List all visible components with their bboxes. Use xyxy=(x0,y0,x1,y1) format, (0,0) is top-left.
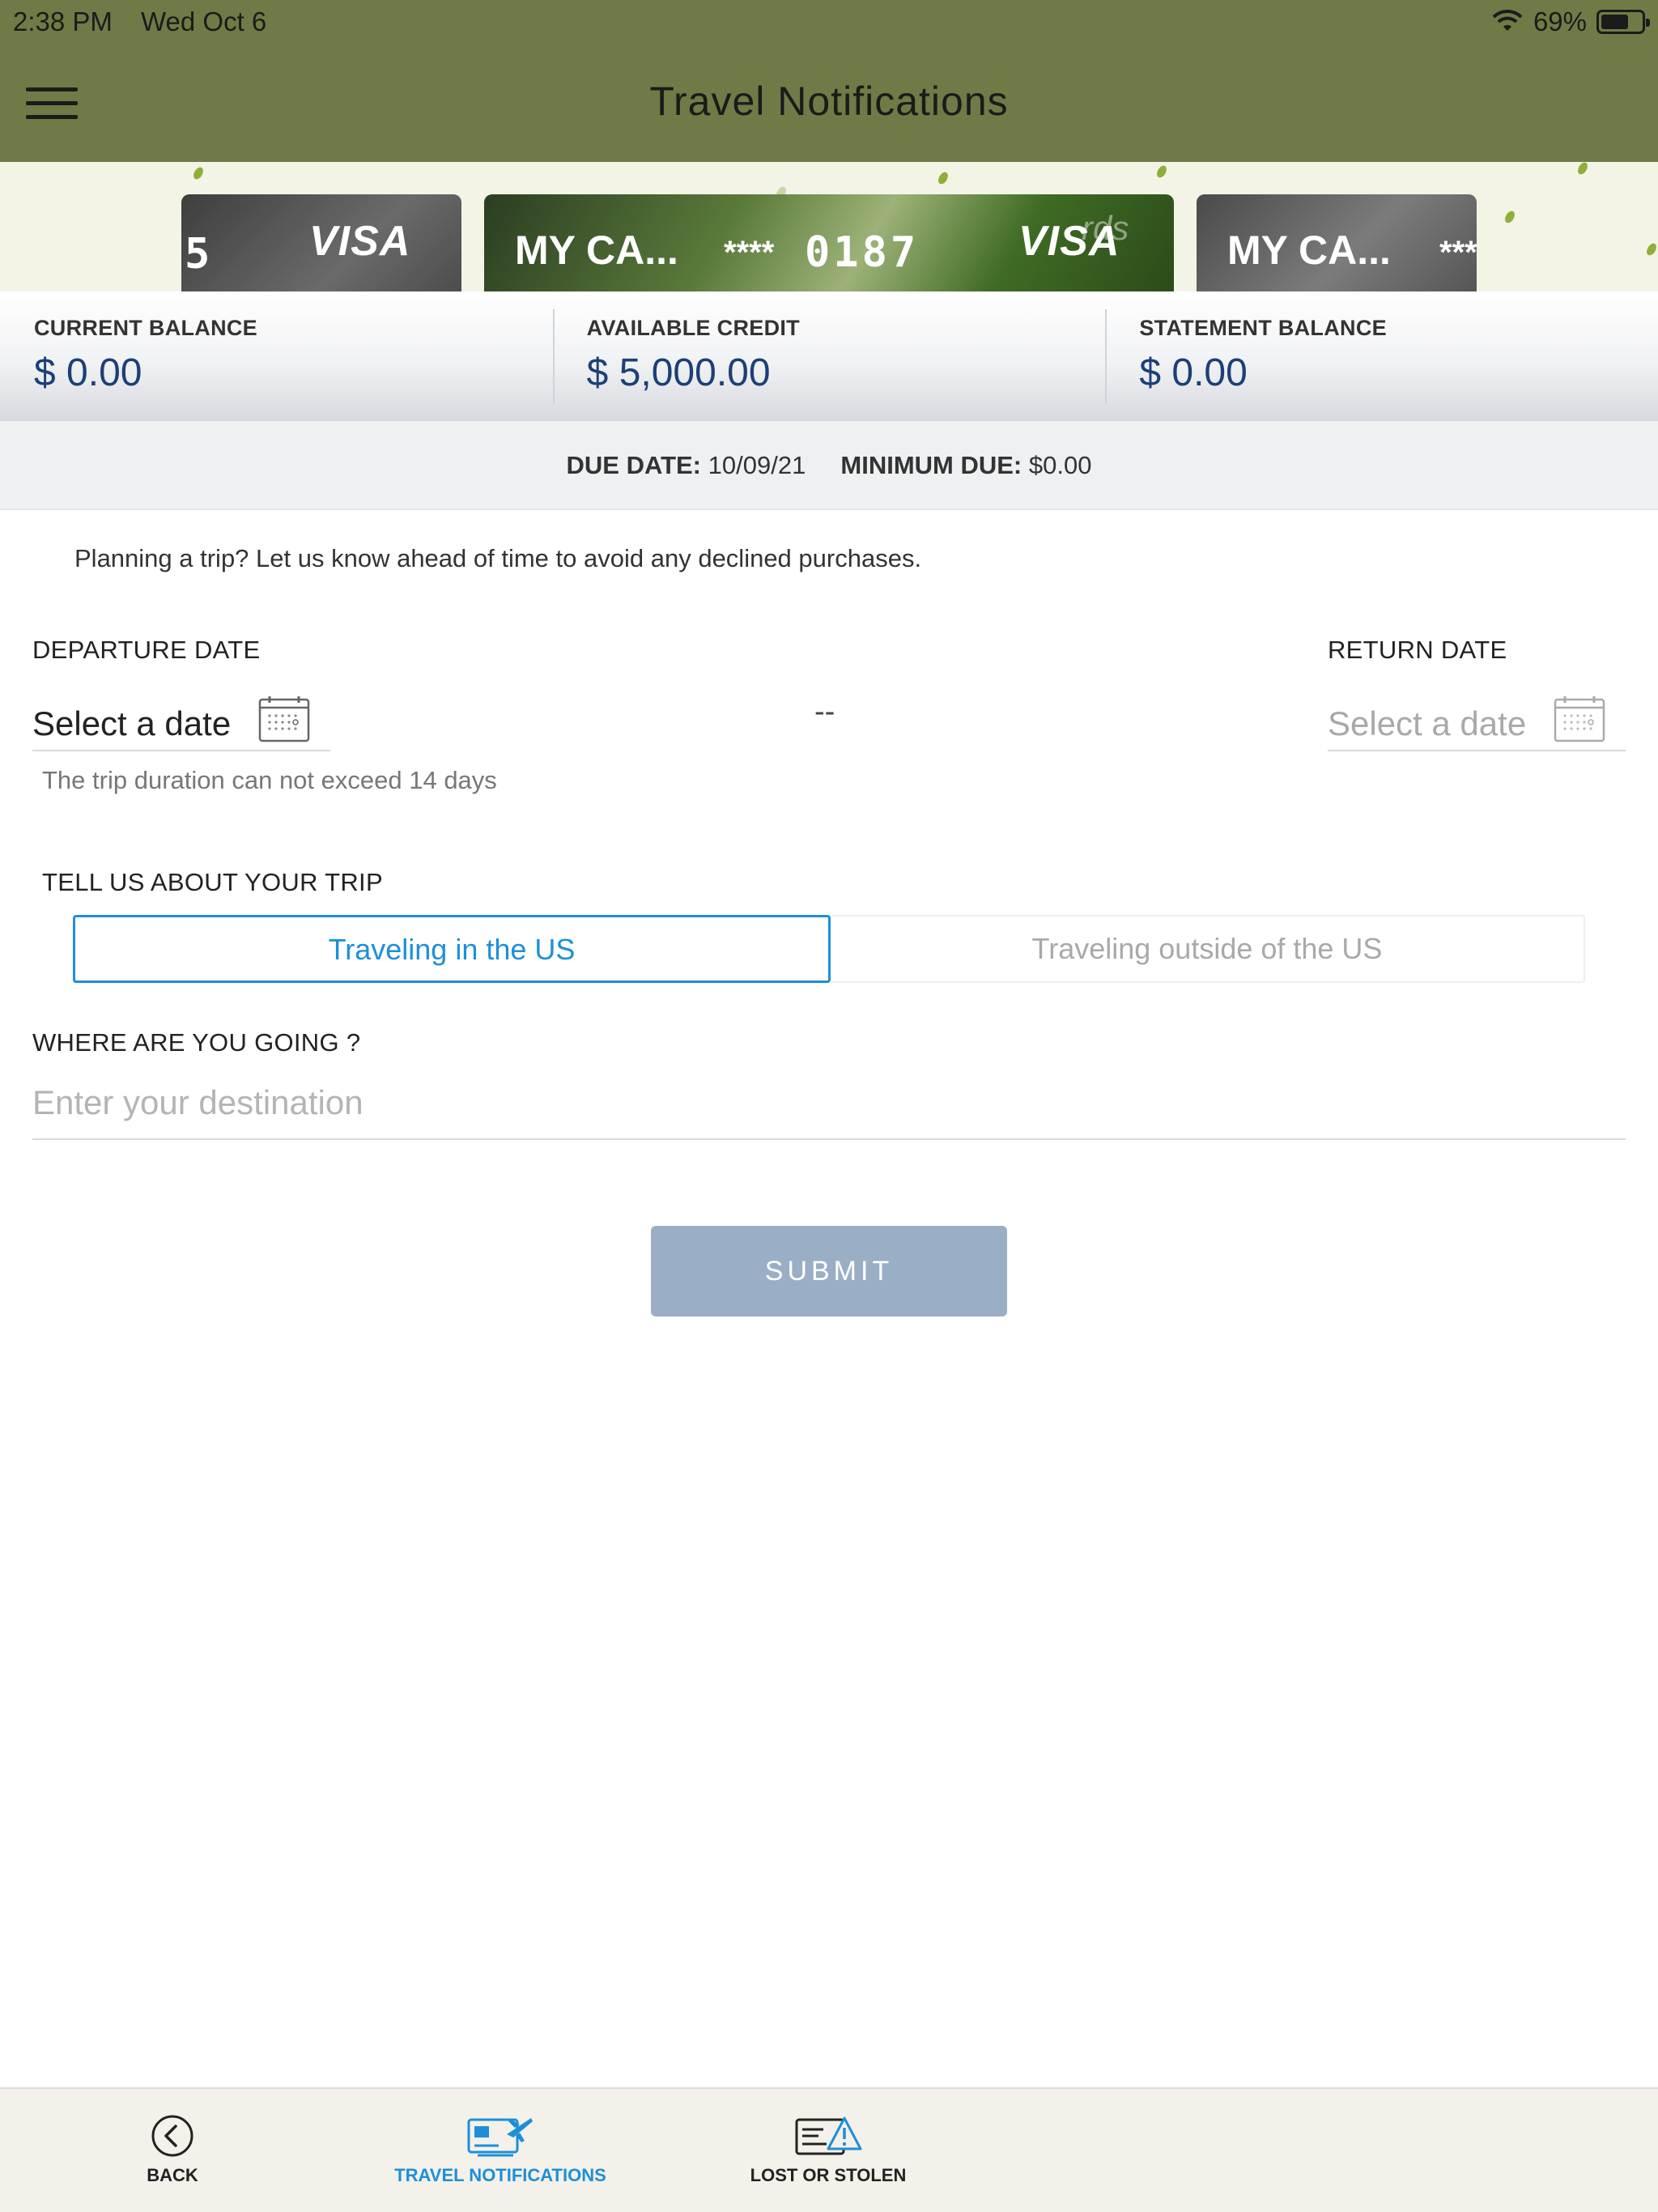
minimum-due-value: $0.00 xyxy=(1028,451,1092,479)
card-mask: **** xyxy=(724,235,775,270)
page-title: Travel Notifications xyxy=(649,79,1009,124)
tab-back-label: BACK xyxy=(147,2165,198,2185)
submit-button[interactable]: SUBMIT xyxy=(651,1226,1007,1317)
card-alert-icon xyxy=(795,2116,862,2155)
current-balance: CURRENT BALANCE $ 0.00 xyxy=(0,291,553,421)
due-info: DUE DATE: 10/09/21 MINIMUM DUE: $0.00 xyxy=(0,421,1658,510)
battery-percent: 69% xyxy=(1533,6,1587,36)
battery-icon xyxy=(1596,10,1650,34)
destination-input[interactable] xyxy=(32,1067,1626,1140)
travel-card-icon xyxy=(467,2118,533,2157)
visa-logo: VISA xyxy=(309,218,411,265)
option-traveling-outside-us[interactable]: Traveling outside of the US xyxy=(831,915,1585,983)
duration-hint: The trip duration can not exceed 14 days xyxy=(42,766,497,794)
tab-travel-notifications-label: TRAVEL NOTIFICATIONS xyxy=(394,2165,606,2185)
return-date-value: Select a date xyxy=(1328,704,1527,742)
due-date-value: 10/09/21 xyxy=(708,451,806,479)
available-credit-value: $ 5,000.00 xyxy=(586,351,771,394)
visa-logo: VISA xyxy=(1018,218,1120,265)
calendar-icon[interactable] xyxy=(1553,695,1606,743)
statement-balance: STATEMENT BALANCE $ 0.00 xyxy=(1105,291,1658,421)
calendar-icon[interactable] xyxy=(257,695,311,743)
return-date-label: RETURN DATE xyxy=(1328,636,1507,664)
available-credit: AVAILABLE CREDIT $ 5,000.00 xyxy=(552,291,1106,421)
status-time: 2:38 PM xyxy=(13,6,113,36)
card-name: MY CA... xyxy=(515,228,678,273)
back-arrow-icon xyxy=(151,2115,193,2157)
trip-type-label: TELL US ABOUT YOUR TRIP xyxy=(42,868,383,896)
departure-date-field[interactable]: Select a date xyxy=(32,688,330,751)
destination-label: WHERE ARE YOU GOING ? xyxy=(32,1028,361,1057)
option-traveling-in-us[interactable]: Traveling in the US xyxy=(73,915,831,983)
tab-lost-or-stolen[interactable]: LOST OR STOLEN xyxy=(735,2113,921,2186)
card-name: MY CA... xyxy=(1227,228,1391,273)
statement-balance-value: $ 0.00 xyxy=(1139,351,1248,394)
departure-date-label: DEPARTURE DATE xyxy=(32,636,261,664)
status-date: Wed Oct 6 xyxy=(141,6,267,36)
card-carousel[interactable]: 5 VISA MY CA... **** 0187 rds VISA MY CA… xyxy=(0,162,1658,291)
current-balance-value: $ 0.00 xyxy=(34,351,142,394)
battery-level xyxy=(1601,15,1629,29)
minimum-due-label: MINIMUM DUE: xyxy=(840,451,1022,479)
tab-lost-or-stolen-label: LOST OR STOLEN xyxy=(750,2165,907,2185)
trip-type-toggle[interactable]: Traveling in the US Traveling outside of… xyxy=(73,915,1585,983)
bottom-tab-bar: BACK TRAVEL NOTIFICATIONS LOST OR STOLEN xyxy=(0,2087,1658,2212)
card-mask: *** xyxy=(1439,235,1477,270)
card-selected[interactable]: MY CA... **** 0187 rds VISA xyxy=(484,194,1174,291)
status-indicators: 69% xyxy=(1491,6,1650,37)
current-balance-label: CURRENT BALANCE xyxy=(34,316,257,340)
wifi-icon xyxy=(1492,10,1523,31)
card-number: 5 xyxy=(185,230,214,279)
card-left[interactable]: 5 VISA xyxy=(181,194,461,291)
intro-text: Planning a trip? Let us know ahead of ti… xyxy=(74,544,922,572)
return-date-field[interactable]: Select a date xyxy=(1328,688,1626,751)
card-number: 0187 xyxy=(805,228,920,277)
date-separator: -- xyxy=(814,695,835,729)
due-date-label: DUE DATE: xyxy=(566,451,702,479)
tab-travel-notifications[interactable]: TRAVEL NOTIFICATIONS xyxy=(379,2113,622,2186)
tab-back[interactable]: BACK xyxy=(121,2113,223,2186)
app-header: 2:38 PM Wed Oct 6 69% Travel Notificatio… xyxy=(0,0,1658,162)
available-credit-label: AVAILABLE CREDIT xyxy=(586,316,800,340)
statement-balance-label: STATEMENT BALANCE xyxy=(1139,316,1387,340)
departure-date-value: Select a date xyxy=(32,704,232,742)
card-right[interactable]: MY CA... *** xyxy=(1197,194,1477,291)
balance-strip: CURRENT BALANCE $ 0.00 AVAILABLE CREDIT … xyxy=(0,291,1658,421)
